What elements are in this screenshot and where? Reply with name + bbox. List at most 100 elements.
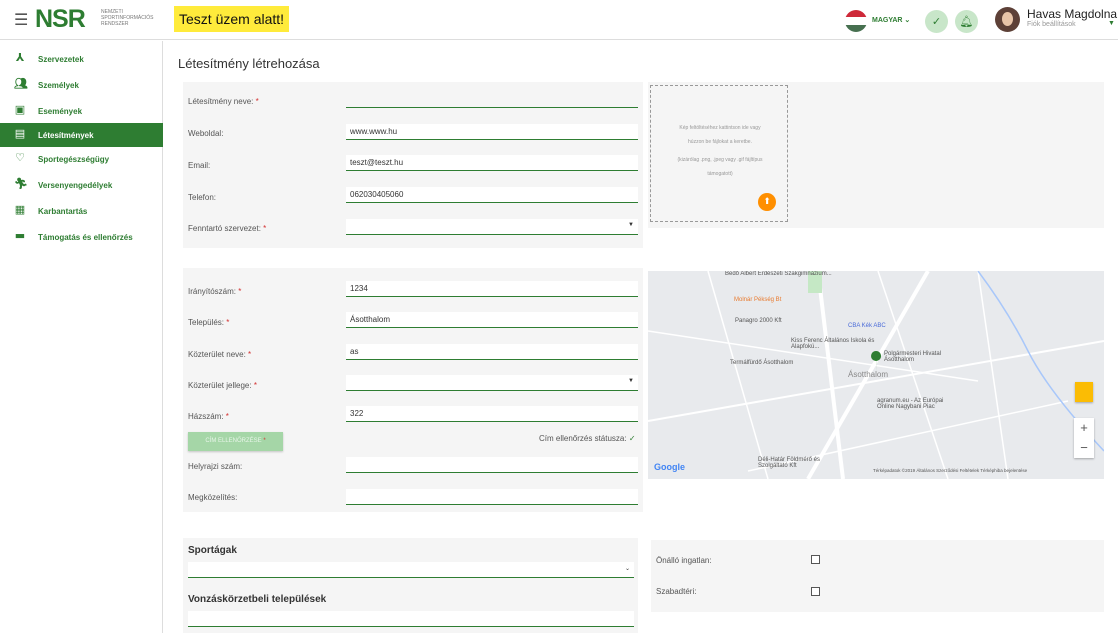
- avatar[interactable]: [995, 7, 1020, 32]
- bell-icon[interactable]: 🔔︎: [955, 10, 978, 33]
- zoom-out-button[interactable]: −: [1074, 438, 1094, 458]
- sidebar-item-facilities[interactable]: ▤ Létesítmények: [0, 123, 163, 147]
- street-view-pegman-icon[interactable]: [1075, 382, 1093, 402]
- city-label: Település: *: [188, 318, 230, 327]
- zone-settlements-input[interactable]: [188, 611, 634, 627]
- menu-icon[interactable]: ☰: [14, 10, 28, 29]
- map-label-delhatar: Déli-Határ Földmérő és Szolgáltató Kft: [758, 457, 821, 469]
- sports-select[interactable]: ⌄: [188, 562, 634, 578]
- map-label-mayor: Polgármesteri Hivatal Ásotthalom: [884, 351, 942, 363]
- user-name[interactable]: Havas Magdolna: [1027, 7, 1117, 21]
- sidebar-item-label: Szervezetek: [38, 55, 84, 64]
- phone-input[interactable]: 062030405060: [346, 187, 638, 203]
- parcel-number-input[interactable]: [346, 457, 638, 473]
- street-type-label: Közterület jellege: *: [188, 381, 257, 390]
- clipboard-icon: ▦: [14, 203, 26, 216]
- email-label: Email:: [188, 161, 211, 170]
- sports-title: Sportágak: [188, 545, 237, 556]
- test-mode-banner: Teszt üzem alatt!: [174, 6, 290, 32]
- nsr-logo[interactable]: NSR: [35, 5, 86, 34]
- sidebar-item-sports-health[interactable]: ♡ Sportegészségügy: [0, 147, 163, 171]
- map-label-school: Bedő Albert Erdészeti Szakgimnázium...: [725, 271, 832, 277]
- address-check-status: Cím ellenőrzés státusza: ✓: [539, 434, 636, 443]
- map-label-cba: CBA Kék ABC: [848, 323, 886, 329]
- email-input[interactable]: teszt@teszt.hu: [346, 155, 638, 171]
- calendar-icon: ▣: [14, 103, 26, 116]
- map-attribution[interactable]: Térképadatok ©2019 Általános Szerződési …: [873, 468, 1027, 473]
- street-label: Közterület neve: *: [188, 350, 252, 359]
- location-map[interactable]: Bedő Albert Erdészeti Szakgimnázium... M…: [648, 271, 1104, 479]
- account-settings-link[interactable]: Fiók beállítások: [1027, 21, 1076, 28]
- parcel-label: Helyrajzi szám:: [188, 462, 243, 471]
- upload-hint-line: támogatott): [707, 171, 733, 177]
- map-label-spa: Termálfürdő Ásotthalom: [730, 360, 794, 366]
- dropdown-caret-icon: ▼: [628, 222, 634, 228]
- zone-title: Vonzáskörzetbeli települések: [188, 594, 327, 605]
- property-panel: [651, 540, 1104, 612]
- heart-icon: ♡: [15, 151, 25, 164]
- people-icon: 👥︎: [14, 77, 28, 90]
- sidebar-item-label: Létesítmények: [38, 131, 94, 140]
- runner-icon: 🏃︎: [14, 177, 28, 190]
- building-icon: ▤: [14, 127, 26, 140]
- zoom-in-button[interactable]: +: [1074, 418, 1094, 438]
- standalone-checkbox[interactable]: [811, 555, 820, 564]
- logo-subtitle: NEMZETI SPORTINFORMÁCIÓS RENDSZER: [101, 9, 154, 27]
- operator-select[interactable]: ▼: [346, 219, 638, 235]
- upload-hint-line: Kép feltöltéséhez kattintson ide vagy: [679, 125, 761, 131]
- sidebar: ⅄ Szervezetek 👥︎ Személyek ▣ Események ▤…: [0, 41, 163, 633]
- hungarian-flag-icon[interactable]: [845, 10, 867, 32]
- sidebar-item-label: Események: [38, 107, 83, 116]
- website-label: Weboldal:: [188, 129, 224, 138]
- house-number-label: Házszám: *: [188, 412, 229, 421]
- street-type-select[interactable]: ▼: [346, 375, 638, 391]
- access-label: Megközelítés:: [188, 493, 238, 502]
- sidebar-item-organizations[interactable]: ⅄ Szervezetek: [0, 47, 163, 71]
- outdoor-label: Szabadtéri:: [656, 587, 697, 596]
- upload-hint-line: húzzon be fájlokat a keretbe.: [688, 139, 752, 145]
- map-label-bakery: Molnár Pékség Bt: [734, 297, 782, 303]
- operator-label: Fenntartó szervezet: *: [188, 224, 267, 233]
- page-title: Létesítmény létrehozása: [178, 56, 320, 71]
- map-label-agranum: agranum.eu - Az Európai Online Nagybani …: [877, 398, 944, 410]
- sidebar-item-competition-licenses[interactable]: 🏃︎ Versenyengedélyek: [0, 173, 163, 197]
- sidebar-item-events[interactable]: ▣ Események: [0, 99, 163, 123]
- check-icon[interactable]: ✓: [925, 10, 948, 33]
- name-label: Létesítmény neve: *: [188, 97, 259, 106]
- top-bar: ☰ NSR NEMZETI SPORTINFORMÁCIÓS RENDSZER …: [0, 0, 1118, 40]
- dropdown-caret-icon: ▼: [628, 378, 634, 384]
- sidebar-item-support[interactable]: ▬ Támogatás és ellenőrzés: [0, 225, 163, 249]
- phone-label: Telefon:: [188, 193, 217, 202]
- outdoor-checkbox[interactable]: [811, 587, 820, 596]
- zoom-controls: + −: [1074, 418, 1094, 458]
- sidebar-item-label: Sportegészségügy: [38, 155, 110, 164]
- sidebar-item-label: Versenyengedélyek: [38, 181, 113, 190]
- upload-icon[interactable]: ⬆: [758, 193, 776, 211]
- address-check-button[interactable]: CÍM ELLENŐRZÉSE *: [188, 432, 283, 451]
- sidebar-item-label: Karbantartás: [38, 207, 88, 216]
- website-input[interactable]: www.www.hu: [346, 124, 638, 140]
- organization-icon: ⅄: [15, 51, 25, 64]
- google-logo: Google: [654, 462, 685, 472]
- chevron-down-icon[interactable]: ▼: [1108, 20, 1115, 27]
- map-label-town: Ásotthalom: [848, 370, 889, 379]
- map-label-panagro: Panagro 2000 Kft: [735, 318, 782, 324]
- sidebar-item-label: Támogatás és ellenőrzés: [38, 233, 133, 242]
- sidebar-item-maintenance[interactable]: ▦ Karbantartás: [0, 199, 163, 223]
- check-icon: ✓: [628, 434, 636, 443]
- dropdown-caret-icon: ⌄: [624, 566, 630, 572]
- zip-input[interactable]: 1234: [346, 281, 638, 297]
- sidebar-item-label: Személyek: [38, 81, 79, 90]
- city-input[interactable]: Ásotthalom: [346, 312, 638, 328]
- briefcase-icon: ▬: [14, 229, 26, 242]
- standalone-label: Önálló ingatlan:: [656, 556, 712, 565]
- sidebar-item-people[interactable]: 👥︎ Személyek: [0, 73, 163, 97]
- facility-name-input[interactable]: [346, 92, 638, 108]
- access-input[interactable]: [346, 489, 638, 505]
- street-input[interactable]: as: [346, 344, 638, 360]
- house-number-input[interactable]: 322: [346, 406, 638, 422]
- language-selector[interactable]: MAGYAR ⌄: [872, 16, 910, 24]
- map-label-school2: Kiss Ferenc Általános Iskola és Alapfokú…: [791, 338, 875, 350]
- zip-label: Irányítószám: *: [188, 287, 242, 296]
- upload-hint-line: (kizárólag .png, .jpeg vagy .gif fájltíp…: [677, 157, 763, 163]
